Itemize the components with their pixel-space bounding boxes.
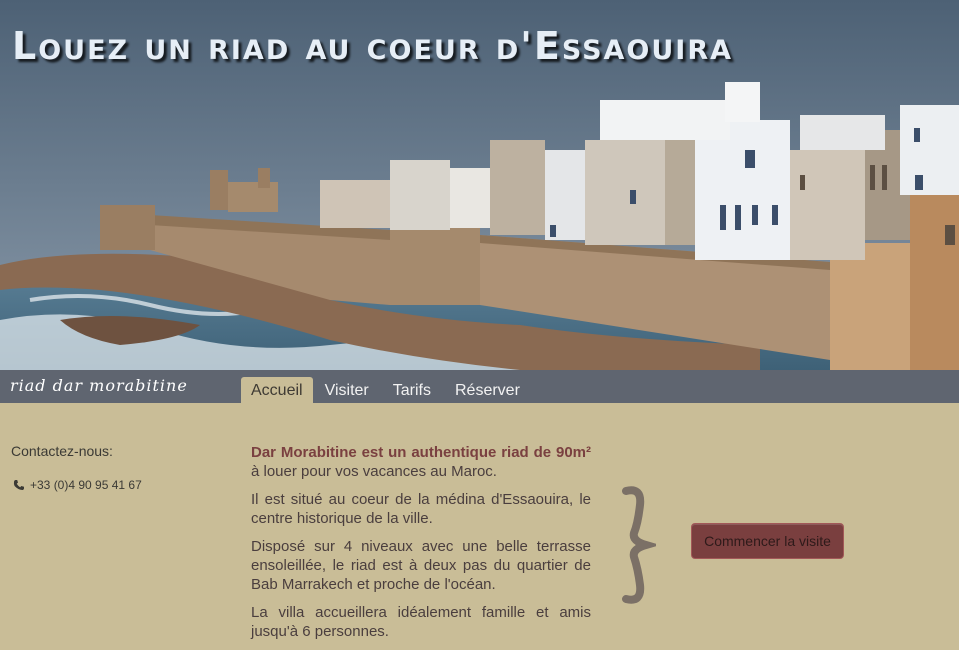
intro-paragraph-2: Il est situé au coeur de la médina d'Ess… — [251, 491, 591, 527]
intro-paragraph-3: Disposé sur 4 niveaux avec une belle ter… — [251, 538, 591, 593]
intro-paragraph-1-rest: à louer pour vos vacances au Maroc. — [251, 463, 497, 480]
contact-phone[interactable]: +33 (0)4 90 95 41 67 — [13, 478, 142, 492]
phone-icon — [13, 479, 25, 491]
intro-highlight: Dar Morabitine est un authentique riad d… — [251, 444, 591, 461]
intro-paragraph-1: Dar Morabitine est un authentique riad d… — [251, 443, 591, 481]
phone-number: +33 (0)4 90 95 41 67 — [30, 478, 142, 492]
nav-tabs: Accueil Visiter Tarifs Réserver — [241, 377, 532, 403]
intro-paragraph-4: La villa accueillera idéalement famille … — [251, 604, 591, 640]
tab-accueil[interactable]: Accueil — [241, 377, 313, 403]
tab-visiter[interactable]: Visiter — [313, 377, 381, 403]
main-navbar: riad dar morabitine Accueil Visiter Tari… — [0, 370, 959, 403]
intro-text: Dar Morabitine est un authentique riad d… — [251, 443, 591, 650]
hero-banner: Louez un riad au coeur d'Essaouira — [0, 0, 959, 370]
tab-reserver[interactable]: Réserver — [443, 377, 532, 403]
curly-brace-icon — [622, 486, 656, 604]
start-visit-button[interactable]: Commencer la visite — [691, 523, 844, 559]
page-title: Louez un riad au coeur d'Essaouira — [12, 24, 734, 68]
main-content: Contactez-nous: +33 (0)4 90 95 41 67 Dar… — [0, 403, 959, 640]
site-logo[interactable]: riad dar morabitine — [10, 376, 188, 395]
tab-tarifs[interactable]: Tarifs — [381, 377, 443, 403]
contact-title: Contactez-nous: — [11, 443, 113, 459]
